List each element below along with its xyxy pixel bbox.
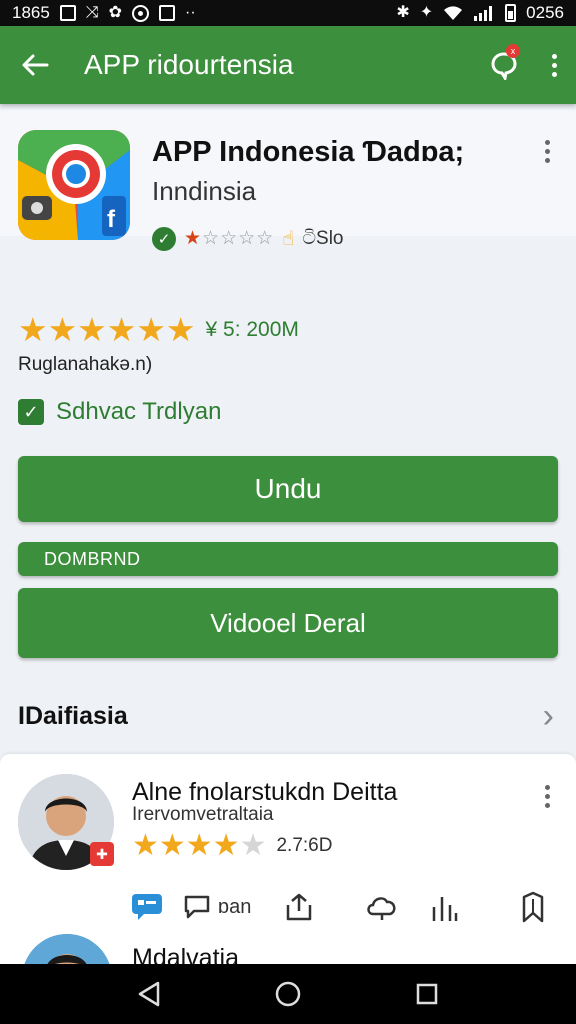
circle-home-icon [275, 981, 301, 1007]
notification-button[interactable]: x [476, 26, 532, 104]
comment-button[interactable] [130, 887, 182, 927]
app-bar: APP ridourtensia x [0, 26, 576, 104]
review-menu-icon[interactable] [532, 782, 562, 810]
signal-icon [474, 6, 493, 21]
app-subtitle: Inndinsia [152, 176, 257, 206]
share-button[interactable] [282, 887, 364, 927]
status-time-right: 0256 [526, 3, 564, 22]
hand-icon: ☝ [282, 228, 295, 250]
square-recents-icon [416, 983, 437, 1005]
mini-stars: ★☆☆☆☆ [184, 228, 275, 249]
photo-icon [59, 5, 76, 21]
second-reviewer-name: Mdalvatia [132, 944, 239, 964]
review-count: 2.7:6D [276, 834, 333, 856]
share-icon [286, 893, 312, 921]
cloud-button[interactable] [364, 887, 430, 927]
checkbox-label: Sdhvac Trdlyan [56, 398, 222, 425]
checkbox[interactable]: ✓ [18, 399, 44, 425]
secondary-button[interactable]: Vidooel Deral [18, 588, 558, 658]
stats-button[interactable] [430, 887, 520, 927]
notification-badge: x [506, 44, 520, 58]
cloud-icon [367, 897, 396, 920]
nav-home-button[interactable] [268, 974, 308, 1014]
rating-subtitle: Ruglanahakə.n) [18, 354, 153, 375]
review-stars: ★★★★★ [132, 829, 267, 862]
rating-stars: ★★★★★★ [18, 311, 196, 348]
wifi-icon [444, 6, 463, 20]
reply-button[interactable]: ɒan [182, 887, 282, 927]
second-avatar[interactable] [22, 934, 112, 964]
reviewer-name: Alne fnolarstukdn Deitta [132, 778, 398, 806]
review-card: ✚ Alne fnolarstukdn Deitta Irervomvetral… [0, 754, 576, 964]
avatar-badge-icon: ✚ [90, 842, 114, 866]
battery-icon [505, 4, 517, 22]
rating-value: ¥ 5: 200M [205, 317, 299, 341]
review-rating: ★★★★★ 2.7:6D [132, 828, 332, 863]
nav-back-button[interactable] [129, 974, 169, 1014]
status-time-left: 1865 [12, 3, 50, 22]
app-icon: f [18, 130, 130, 240]
comment-icon [132, 894, 162, 920]
mini-rating: ✓ ★☆☆☆☆ ☝ ටිSlo [152, 226, 344, 251]
nav-recents-button[interactable] [407, 974, 447, 1014]
navigation-bar [0, 964, 576, 1024]
thin-button[interactable]: DOMBRND [18, 542, 558, 576]
bookmark-button[interactable] [520, 887, 560, 927]
svg-text:f: f [107, 206, 116, 233]
section-header[interactable]: IDaifiasia › [0, 692, 576, 740]
square-icon [159, 5, 176, 21]
rating-row: ★★★★★★ ¥ 5: 200M [18, 310, 299, 349]
location-icon: ✦ [419, 4, 434, 21]
chat-bubble-icon [184, 895, 210, 919]
reviewer-subtitle: Irervomvetraltaia [132, 804, 274, 825]
back-arrow-icon[interactable] [0, 26, 70, 104]
puzzle-icon: ✿ [108, 4, 123, 21]
bluetooth-icon: ✱ [396, 4, 410, 21]
app-name: APP Indonesia Ɗadɒa; [152, 136, 465, 168]
app-bar-title: APP ridourtensia [84, 49, 294, 80]
target-icon [132, 4, 150, 22]
reply-label: ɒan [218, 895, 252, 918]
section-title: IDaifiasia [18, 701, 128, 730]
review-actions: ɒan [130, 882, 570, 932]
shuffle-icon: ⤨ [85, 4, 99, 21]
primary-button[interactable]: Undu [18, 456, 558, 522]
status-bar: 1865 ⤨ ✿ ·· ✱ ✦ 0256 [0, 0, 576, 26]
triangle-back-icon [139, 981, 160, 1007]
more-icon: ·· [185, 4, 196, 21]
app-menu-icon[interactable] [532, 136, 562, 166]
checkbox-row[interactable]: ✓ Sdhvac Trdlyan [18, 398, 221, 426]
chevron-right-icon[interactable]: › [543, 699, 554, 733]
overflow-menu-icon[interactable] [532, 26, 576, 104]
mini-rating-text: ටිSlo [302, 227, 344, 249]
verified-check-icon: ✓ [152, 226, 176, 251]
bookmark-icon [522, 891, 544, 923]
main-content: f APP Indonesia Ɗadɒa; Inndinsia ✓ ★☆☆☆☆… [0, 104, 576, 964]
chart-icon [432, 897, 458, 921]
